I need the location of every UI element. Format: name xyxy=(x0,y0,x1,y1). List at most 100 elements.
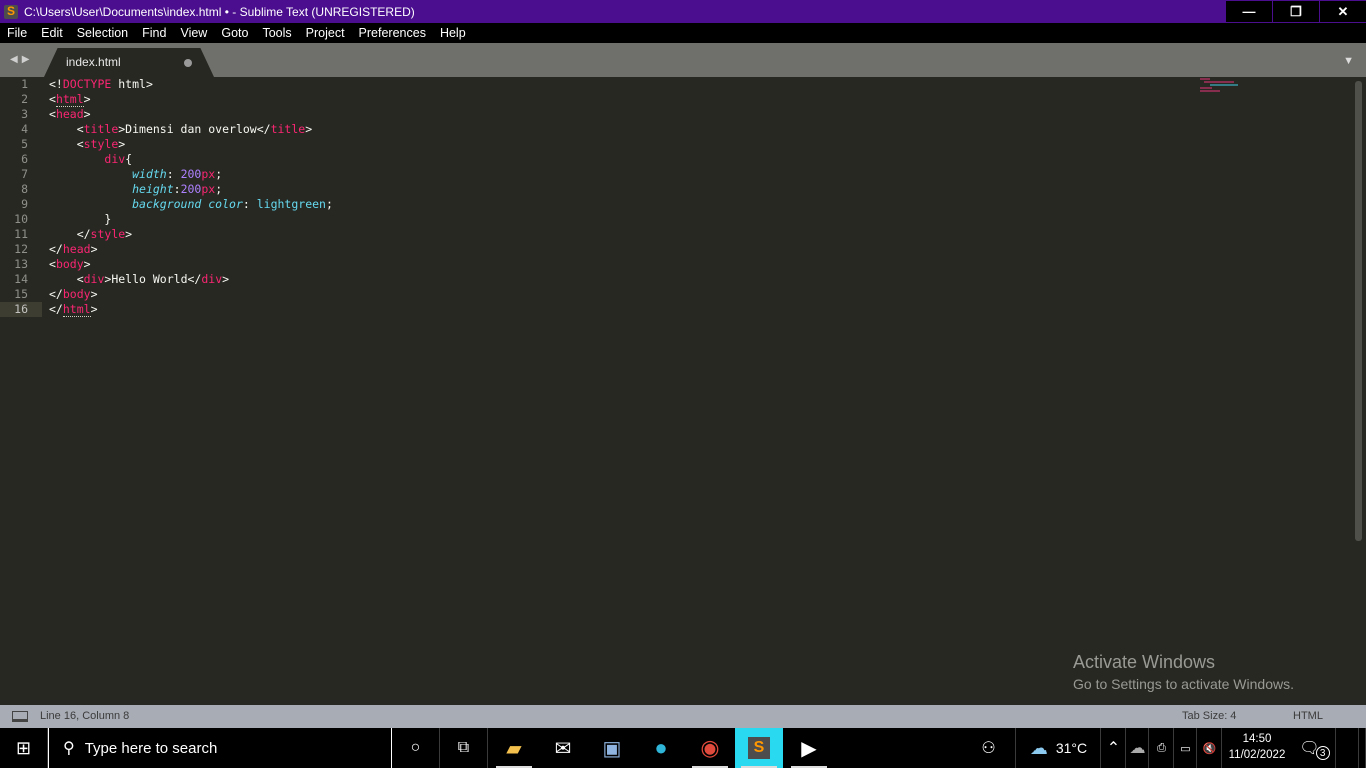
code-line: </body> xyxy=(49,287,98,301)
search-placeholder: Type here to search xyxy=(84,739,218,757)
chevron-up-icon: ⌃ xyxy=(1106,740,1121,757)
menu-file[interactable]: File xyxy=(0,26,34,40)
tab-label: index.html xyxy=(66,55,121,69)
line-number: 1 xyxy=(21,77,28,91)
volume-tray[interactable]: 🔇 xyxy=(1198,728,1222,768)
code-line: <div>Hello World</div> xyxy=(49,272,230,286)
code-line: <style> xyxy=(49,137,126,151)
folder-icon: ▰ xyxy=(506,737,522,760)
chrome-icon: ◉ xyxy=(700,735,720,760)
start-button[interactable]: ⊞ xyxy=(0,728,48,768)
meet-now-tray[interactable]: ⎙ xyxy=(1150,728,1174,768)
panel-toggle-icon[interactable] xyxy=(12,711,28,722)
taskbar-remote-desktop[interactable]: ▣ xyxy=(588,728,636,768)
notification-count: 3 xyxy=(1315,746,1330,760)
battery-icon: ▭ xyxy=(1180,742,1191,755)
people-button[interactable]: ⚇ xyxy=(962,728,1016,768)
camera-icon: ⎙ xyxy=(1157,741,1166,754)
minimize-button[interactable]: — xyxy=(1226,1,1272,22)
code-line: <html> xyxy=(49,92,91,107)
line-number: 4 xyxy=(21,122,28,136)
code-line: height:200px; xyxy=(132,182,223,196)
taskbar-video-editor[interactable]: ▶ xyxy=(785,728,833,768)
tab-size[interactable]: Tab Size: 4 xyxy=(1182,710,1236,722)
cortana-icon: ○ xyxy=(410,739,421,756)
tab-list-dropdown-icon[interactable]: ▼ xyxy=(1343,55,1354,67)
task-view-icon: ⧉ xyxy=(457,739,470,756)
code-line: <body> xyxy=(49,257,91,271)
taskbar-mail[interactable]: ✉ xyxy=(539,728,587,768)
status-bar: Line 16, Column 8 Tab Size: 4 HTML xyxy=(0,705,1366,728)
mail-icon: ✉ xyxy=(554,737,572,760)
menu-find[interactable]: Find xyxy=(135,26,173,40)
line-number-active: 16 xyxy=(0,302,42,317)
watermark-subtitle: Go to Settings to activate Windows. xyxy=(1073,676,1294,692)
menu-project[interactable]: Project xyxy=(299,26,352,40)
cursor-position[interactable]: Line 16, Column 8 xyxy=(40,710,129,722)
menu-goto[interactable]: Goto xyxy=(214,26,255,40)
task-view-button[interactable]: ⧉ xyxy=(440,728,488,768)
code-line: background color: lightgreen; xyxy=(132,197,333,211)
tab-index-html[interactable]: index.html xyxy=(44,48,214,77)
line-number: 5 xyxy=(21,137,28,151)
code-line: <title>Dimensi dan overlow</title> xyxy=(49,122,313,136)
show-desktop-button[interactable] xyxy=(1358,728,1366,768)
restore-button[interactable]: ❐ xyxy=(1273,1,1319,22)
clock-date: 11/02/2022 xyxy=(1228,749,1286,761)
show-hidden-icons-button[interactable]: ⌃ xyxy=(1102,728,1126,768)
monitor-icon: ▣ xyxy=(602,737,622,760)
minimap[interactable] xyxy=(1200,77,1245,117)
menu-preferences[interactable]: Preferences xyxy=(352,26,433,40)
people-icon: ⚇ xyxy=(981,740,996,757)
vertical-scrollbar[interactable] xyxy=(1355,81,1362,541)
close-button[interactable]: ✕ xyxy=(1320,1,1366,22)
line-number: 11 xyxy=(14,227,28,241)
code-line: </html> xyxy=(49,302,98,317)
windows-taskbar: ⊞ ⚲ Type here to search ○ ⧉ ▰ ✉ ▣ ● ◉ S … xyxy=(0,728,1366,768)
clapperboard-icon: ▶ xyxy=(801,737,817,760)
volume-muted-icon: 🔇 xyxy=(1202,742,1217,755)
line-number: 7 xyxy=(21,167,28,181)
window-title: C:\Users\User\Documents\index.html • - S… xyxy=(24,4,415,19)
menu-bar: File Edit Selection Find View Goto Tools… xyxy=(0,23,1366,43)
syntax-mode[interactable]: HTML xyxy=(1293,710,1323,722)
sublime-icon: S xyxy=(748,737,770,759)
menu-view[interactable]: View xyxy=(173,26,214,40)
title-bar: C:\Users\User\Documents\index.html • - S… xyxy=(0,0,1366,23)
code-line: } xyxy=(49,212,112,226)
taskbar-chrome[interactable]: ◉ xyxy=(686,728,734,768)
menu-help[interactable]: Help xyxy=(433,26,473,40)
activate-windows-watermark: Activate Windows Go to Settings to activ… xyxy=(1073,652,1294,692)
line-number-gutter: 1 2 3 4 5 6 7 8 9 10 11 12 13 14 15 16 xyxy=(0,77,42,317)
menu-edit[interactable]: Edit xyxy=(34,26,70,40)
onedrive-cloud-icon: ☁ xyxy=(1129,740,1146,757)
code-content[interactable]: <!DOCTYPE html> <html> <head> <title>Dim… xyxy=(49,77,333,317)
modified-dot-icon[interactable] xyxy=(184,59,192,67)
tab-nav-arrows-icon[interactable]: ◀▶ xyxy=(10,54,33,65)
taskbar-search[interactable]: ⚲ Type here to search xyxy=(48,728,392,768)
battery-tray[interactable]: ▭ xyxy=(1175,728,1197,768)
weather-widget[interactable]: ☁ 31°C xyxy=(1017,728,1101,768)
line-number: 6 xyxy=(21,152,28,166)
code-editor[interactable]: 1 2 3 4 5 6 7 8 9 10 11 12 13 14 15 16 <… xyxy=(0,77,1366,705)
taskbar-clock[interactable]: 14:50 11/02/2022 xyxy=(1226,731,1288,763)
onedrive-tray[interactable]: ☁ xyxy=(1127,728,1149,768)
line-number: 10 xyxy=(14,212,28,226)
menu-tools[interactable]: Tools xyxy=(255,26,298,40)
cortana-button[interactable]: ○ xyxy=(392,728,440,768)
weather-temp: 31°C xyxy=(1055,740,1088,756)
edge-icon: ● xyxy=(654,735,668,760)
taskbar-edge[interactable]: ● xyxy=(637,728,685,768)
taskbar-file-explorer[interactable]: ▰ xyxy=(490,728,538,768)
taskbar-sublime-text[interactable]: S xyxy=(735,728,783,768)
line-number: 12 xyxy=(14,242,28,256)
line-number: 9 xyxy=(21,197,28,211)
action-center-button[interactable]: 🗨 3 xyxy=(1294,728,1336,768)
sublime-app-icon xyxy=(4,4,18,19)
line-number: 2 xyxy=(21,92,28,106)
code-line: <head> xyxy=(49,107,91,121)
code-line: <!DOCTYPE html> xyxy=(49,77,153,91)
tab-bar: ◀▶ index.html ▼ xyxy=(0,43,1366,77)
line-number: 3 xyxy=(21,107,28,121)
menu-selection[interactable]: Selection xyxy=(70,26,135,40)
